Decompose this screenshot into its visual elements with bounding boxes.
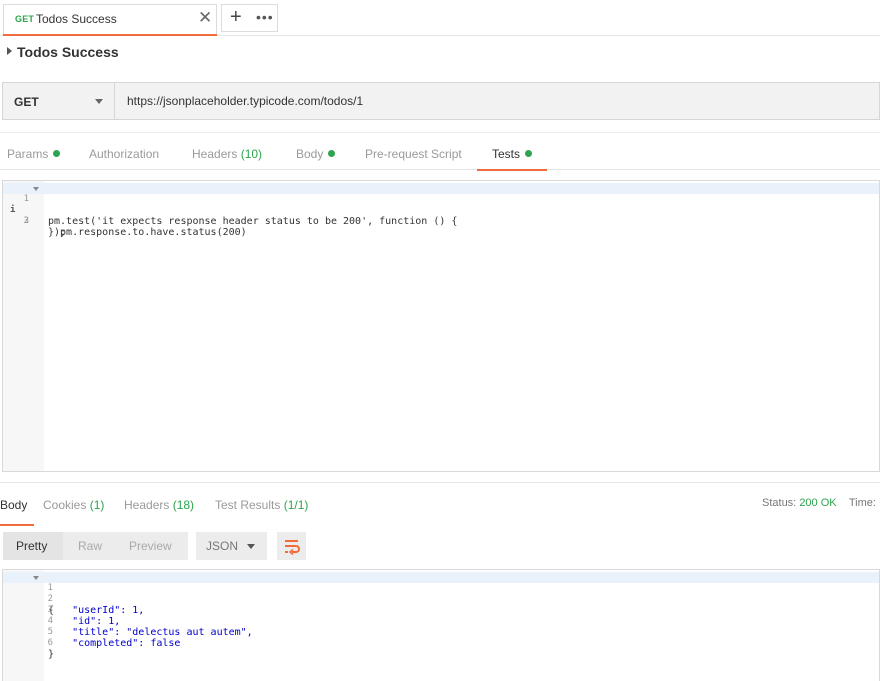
request-tab[interactable]: GET Todos Success ✕ (3, 4, 217, 36)
caret-right-icon[interactable] (7, 47, 12, 55)
tab-authorization[interactable]: Authorization (89, 147, 159, 161)
method-select[interactable]: GET (3, 83, 115, 119)
code-line: 4 "title": "delectus aut autem", (3, 605, 879, 638)
method-select-value: GET (14, 95, 39, 109)
code-line: 3 }); (3, 205, 879, 238)
tab-response-body[interactable]: Body (0, 498, 27, 512)
request-tabs: Params Authorization Headers (10) Body P… (0, 132, 880, 171)
status-value: 200 OK (799, 497, 837, 509)
line-number: 3 (23, 216, 29, 226)
tab-cookies-count: (1) (89, 498, 105, 512)
tab-response-headers[interactable]: Headers (18) (124, 498, 194, 512)
tab-body-label: Body (296, 147, 324, 161)
close-icon[interactable]: ✕ (198, 8, 212, 28)
code-line: i 2 pm.response.to.have.status(200) (3, 194, 879, 238)
request-title: Todos Success (17, 44, 119, 60)
tab-cookies-label: Cookies (43, 498, 87, 512)
tab-pre-request-script[interactable]: Pre-request Script (365, 147, 462, 161)
code-line: 6 } (3, 627, 879, 660)
view-preview-button[interactable]: Preview (129, 539, 172, 553)
tests-editor[interactable]: 1 pm.test('it expects response header st… (2, 180, 880, 472)
time-label: Time: (848, 497, 876, 509)
code-line: 3 "id": 1, (3, 594, 879, 627)
tab-response-headers-label: Headers (124, 498, 170, 512)
tab-test-results-count: (1/1) (283, 498, 309, 512)
response-tabs: Body Cookies (1) Headers (18) Test Resul… (0, 482, 880, 526)
params-indicator-dot (53, 150, 61, 157)
url-input[interactable]: https://jsonplaceholder.typicode.com/tod… (127, 94, 363, 108)
tab-params[interactable]: Params (7, 147, 61, 161)
fold-icon[interactable] (33, 576, 39, 580)
response-toolbar: Pretty Raw Preview JSON (0, 526, 880, 570)
tab-authorization-label: Authorization (89, 147, 160, 161)
tab-headers[interactable]: Headers (10) (192, 147, 262, 161)
code-text: }); (48, 227, 67, 238)
tab-pre-request-script-label: Pre-request Script (365, 147, 462, 161)
tab-bar: GET Todos Success ✕ + ••• (0, 0, 880, 36)
body-indicator-dot (328, 150, 336, 157)
active-tab-indicator (477, 169, 547, 171)
wrap-lines-icon (285, 540, 300, 556)
code-text: pm.test('it expects response header stat… (48, 216, 458, 227)
request-tab-method: GET (15, 14, 35, 24)
format-select-value: JSON (206, 539, 239, 553)
code-text: "completed": false (48, 638, 181, 649)
fold-icon[interactable] (33, 187, 39, 191)
tab-tests-label: Tests (492, 147, 521, 161)
tab-response-headers-count: (18) (172, 498, 195, 512)
tab-response-body-label: Body (0, 498, 28, 512)
request-title-row[interactable]: Todos Success (0, 36, 880, 70)
tab-test-results-label: Test Results (215, 498, 281, 512)
tab-headers-count: (10) (240, 147, 263, 161)
response-status: Status: 200 OK Time: (762, 497, 876, 509)
tab-headers-label: Headers (192, 147, 238, 161)
tab-cookies[interactable]: Cookies (1) (43, 498, 104, 512)
request-tab-name: Todos Success (36, 12, 117, 26)
plus-icon[interactable]: + (230, 6, 242, 29)
format-select[interactable]: JSON (196, 532, 267, 560)
tests-indicator-dot (525, 150, 533, 157)
tab-params-label: Params (7, 147, 49, 161)
code-text: } (48, 649, 55, 660)
chevron-down-icon (247, 544, 255, 549)
tab-actions: + ••• (221, 4, 278, 32)
view-raw-button[interactable]: Raw (78, 539, 102, 553)
code-line: 2 "userId": 1, (3, 583, 879, 616)
line-number: 6 (47, 638, 54, 648)
code-line: 1 { (3, 572, 879, 616)
url-bar: GET https://jsonplaceholder.typicode.com… (2, 82, 880, 120)
code-text: pm.response.to.have.status(200) (48, 227, 247, 238)
tab-body[interactable]: Body (296, 147, 336, 161)
chevron-down-icon (95, 99, 103, 104)
response-body-viewer[interactable]: 1 { 2 "userId": 1, 3 "id": 1, 4 "title":… (2, 569, 880, 681)
more-icon[interactable]: ••• (256, 9, 274, 25)
view-pretty-button[interactable]: Pretty (16, 539, 47, 553)
view-mode-segmented-control: Pretty Raw Preview (3, 532, 188, 560)
code-line: 1 pm.test('it expects response header st… (3, 183, 879, 227)
tab-tests[interactable]: Tests (492, 147, 533, 161)
status-label: Status: (762, 497, 797, 509)
tab-test-results[interactable]: Test Results (1/1) (215, 498, 308, 512)
code-line: 5 "completed": false (3, 616, 879, 649)
wrap-lines-button[interactable] (277, 532, 306, 560)
